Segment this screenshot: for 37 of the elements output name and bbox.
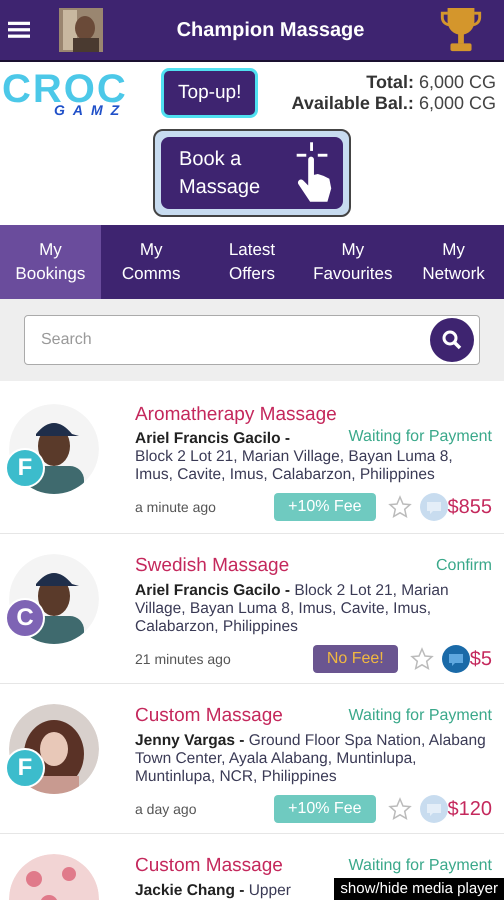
status-label: Waiting for Payment [348, 856, 492, 876]
service-title: Aromatherapy Massage [135, 404, 338, 426]
book-massage-button[interactable]: Book a Massage [153, 129, 351, 217]
menu-icon[interactable] [8, 20, 30, 40]
fee-tag: +10% Fee [274, 493, 376, 521]
fee-tag: No Fee! [312, 645, 398, 673]
price-text: $120 [448, 797, 492, 822]
provider-address: Block 2 Lot 21, Marian Village, Bayan Luma 8, Imus, Cavite, Imus, Calabarzon, Philippines [135, 448, 454, 484]
service-title: Custom Massage [135, 704, 283, 728]
provider-name: Ariel Francis Gacilo - [135, 430, 290, 448]
status-label: Waiting for Payment [348, 706, 492, 726]
fee-tag: +10% Fee [274, 795, 376, 823]
service-title: Swedish Massage [135, 554, 290, 578]
provider-address: Jenny Vargas - Ground Floor Spa Nation, Alabang Town Center, Ayala Alabang, Muntinlupa, Muntinlupa, NCR, Philippines [135, 732, 487, 786]
price-text: $855 [448, 495, 492, 520]
time-text: a day ago [135, 800, 198, 819]
chat-icon[interactable] [442, 645, 470, 673]
balance-text: Total: 6,000 CG [366, 72, 496, 93]
search-field[interactable]: Search [24, 315, 480, 365]
star-icon[interactable] [388, 797, 412, 821]
status-label: Confirm [436, 556, 492, 576]
trophy-icon[interactable] [438, 6, 484, 54]
app-title: Champion Massage [176, 18, 366, 43]
time-text: 21 minutes ago [135, 650, 232, 669]
price-text: $5 [470, 647, 492, 672]
star-icon[interactable] [388, 495, 412, 519]
provider-address: Jackie Chang - Upper [135, 882, 291, 900]
star-icon[interactable] [410, 647, 434, 671]
status-label: Waiting for Payment [348, 427, 492, 447]
provider-address: Ariel Francis Gacilo - Block 2 Lot 21, Marian Village, Bayan Luma 8, Imus, Cavite, Imus, Calabarzon, Philippines [135, 582, 450, 636]
nav-tab[interactable]: My Bookings [0, 225, 101, 299]
search-icon[interactable] [430, 318, 474, 362]
balance-text: Available Bal.: 6,000 CG [292, 93, 496, 114]
time-text: a minute ago [135, 498, 217, 517]
media-player-toggle[interactable]: show/hide media player [334, 878, 504, 900]
service-title: Custom Massage [135, 854, 283, 878]
top-up-button[interactable]: Top-up! [161, 68, 258, 118]
